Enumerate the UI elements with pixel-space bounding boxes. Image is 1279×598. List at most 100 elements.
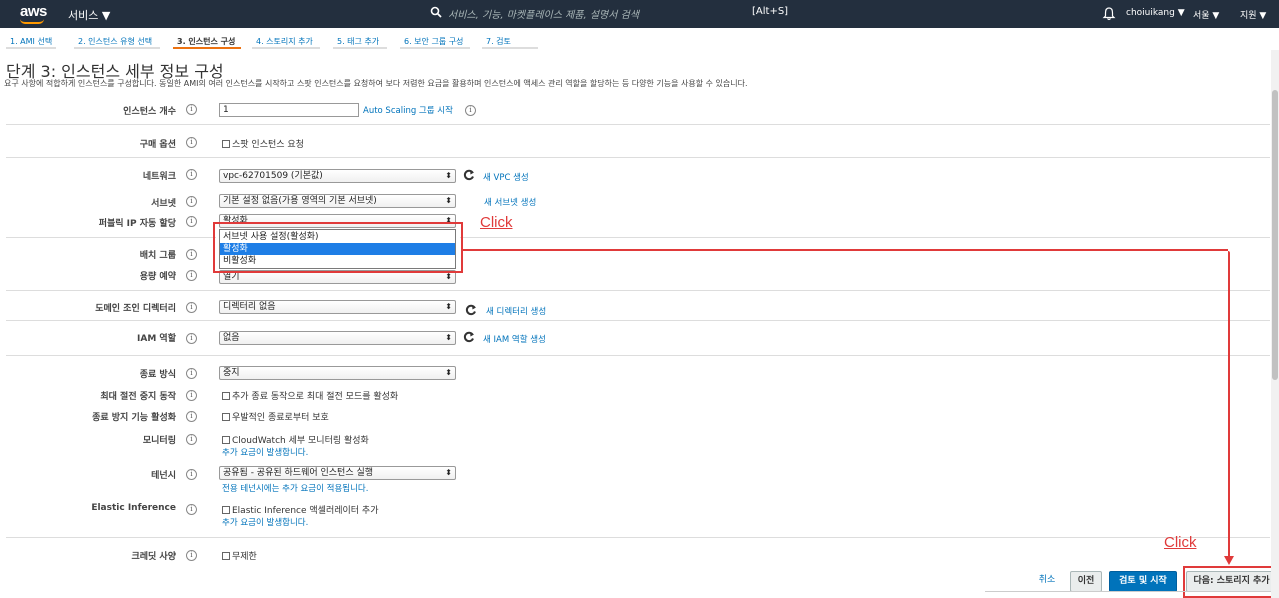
info-icon[interactable]: i [186,249,197,260]
shutdown-behavior-label: 종료 방식 [139,370,176,380]
search-input[interactable]: 서비스, 기능, 마켓플레이스 제품, 설명서 검색 [448,6,639,21]
aws-logo[interactable]: aws [20,3,47,20]
domain-join-select[interactable]: 디렉터리 없음 ⬍ [219,300,456,314]
checkbox[interactable] [222,552,230,560]
info-icon[interactable]: i [186,270,197,281]
page-description: 요구 사항에 적합하게 인스턴스를 구성합니다. 동일한 AMI의 여러 인스턴… [4,79,748,88]
info-icon[interactable]: i [186,504,197,515]
tab-choose-ami[interactable]: 1. AMI 선택 [10,36,52,47]
checkbox-label: 스팟 인스턴스 요청 [232,140,304,150]
tab-underline [333,47,387,49]
auto-scaling-link[interactable]: Auto Scaling 그룹 시작 [363,104,453,116]
tenancy-select[interactable]: 공유됨 - 공유된 하드웨어 인스턴스 실행 ⬍ [219,466,456,480]
user-menu[interactable]: choiuikang ▼ [1126,8,1185,18]
footer-divider [985,591,1279,592]
iam-role-select[interactable]: 없음 ⬍ [219,331,456,345]
tab-configure-instance[interactable]: 3. 인스턴스 구성 [177,36,235,47]
network-select[interactable]: vpc-62701509 (기본값) ⬍ [219,169,456,183]
select-arrow-icon: ⬍ [445,333,452,342]
elastic-inference-checkbox[interactable]: Elastic Inference 액셀러레이터 추가 [222,503,379,516]
info-icon[interactable]: i [186,411,197,422]
info-icon[interactable]: i [186,469,197,480]
monitoring-checkbox[interactable]: CloudWatch 세부 모니터링 활성화 [222,433,369,446]
info-icon[interactable]: i [186,550,197,561]
previous-button[interactable]: 이전 [1070,571,1102,592]
create-vpc-link[interactable]: 새 VPC 생성 [483,171,529,183]
unlimited-credit-checkbox[interactable]: 무제한 [222,549,257,562]
termination-protection-checkbox[interactable]: 우발적인 종료로부터 보호 [222,410,329,423]
info-icon[interactable]: i [186,196,197,207]
checkbox[interactable] [222,140,230,148]
info-icon[interactable]: i [186,434,197,445]
select-arrow-icon: ⬍ [445,302,452,311]
next-add-storage-button[interactable]: 다음: 스토리지 추가 [1186,571,1277,592]
search-bar[interactable]: 서비스, 기능, 마켓플레이스 제품, 설명서 검색 [Alt+S] [430,5,790,22]
info-icon[interactable]: i [186,390,197,401]
checkbox-label: 우발적인 종료로부터 보호 [232,413,329,423]
iam-select-value: 없음 [223,333,240,343]
shutdown-behavior-select[interactable]: 중지 ⬍ [219,366,456,380]
checkbox-label: 추가 종료 동작으로 최대 절전 모드를 활성화 [232,392,399,402]
tab-underline-active [173,47,241,49]
info-icon[interactable]: i [465,105,476,116]
info-icon[interactable]: i [186,302,197,313]
checkbox[interactable] [222,392,230,400]
tab-add-tags[interactable]: 5. 태그 추가 [337,36,379,47]
spot-request-checkbox[interactable]: 스팟 인스턴스 요청 [222,137,304,150]
checkbox[interactable] [222,506,230,514]
tab-add-storage[interactable]: 4. 스토리지 추가 [256,36,313,47]
divider [6,237,216,238]
support-menu[interactable]: 지원 ▼ [1240,8,1266,21]
purchase-option-label: 구매 옵션 [139,140,176,150]
capacity-select-value: 열기 [223,272,240,282]
checkbox[interactable] [222,436,230,444]
info-icon[interactable]: i [186,216,197,227]
termination-protection-label: 종료 방지 기능 활성화 [92,413,176,423]
tab-underline [252,47,320,49]
instance-count-input[interactable]: 1 [219,103,359,117]
tenancy-charge-note[interactable]: 전용 테넌시에는 추가 요금이 적용됩니다. [222,482,368,494]
placement-group-label: 배치 그룹 [139,251,176,261]
tab-underline [74,47,160,49]
refresh-icon[interactable] [465,304,477,316]
select-arrow-icon: ⬍ [445,368,452,377]
network-label: 네트워크 [142,172,176,182]
cancel-button[interactable]: 취소 [1034,571,1060,592]
info-icon[interactable]: i [186,333,197,344]
bell-icon[interactable] [1102,7,1116,21]
monitoring-charge-note[interactable]: 추가 요금이 발생합니다. [222,446,308,458]
checkbox[interactable] [222,413,230,421]
scrollbar-thumb[interactable] [1272,90,1278,380]
tab-instance-type[interactable]: 2. 인스턴스 유형 선택 [78,36,152,47]
refresh-icon[interactable] [463,169,475,181]
top-navigation-bar: aws 서비스 ▼ 서비스, 기능, 마켓플레이스 제품, 설명서 검색 [Al… [0,0,1279,28]
network-select-value: vpc-62701509 (기본값) [223,171,323,181]
subnet-select[interactable]: 기본 설정 없음(가용 영역의 기본 서브넷) ⬍ [219,194,456,208]
review-and-launch-button[interactable]: 검토 및 시작 [1109,571,1177,592]
tab-review[interactable]: 7. 검토 [486,36,511,47]
create-directory-link[interactable]: 새 디렉터리 생성 [486,305,546,317]
create-subnet-link[interactable]: 새 서브넷 생성 [484,196,536,208]
region-menu[interactable]: 서울 ▼ [1193,8,1219,21]
tenancy-label: 테넌시 [151,471,176,481]
tab-underline [6,47,56,49]
divider [6,124,1270,125]
checkbox-label: Elastic Inference 액셀러레이터 추가 [232,506,379,516]
services-menu[interactable]: 서비스 ▼ [68,7,110,23]
annotation-arrow-line [1228,251,1230,557]
info-icon[interactable]: i [186,368,197,379]
credit-spec-label: 크레딧 사양 [131,552,176,562]
info-icon[interactable]: i [186,104,197,115]
info-icon[interactable]: i [186,169,197,180]
domain-join-label: 도메인 조인 디렉터리 [95,304,176,314]
instance-count-label: 인스턴스 개수 [123,107,176,117]
elastic-charge-note[interactable]: 추가 요금이 발생합니다. [222,516,308,528]
refresh-icon[interactable] [463,331,475,343]
create-iam-role-link[interactable]: 새 IAM 역할 생성 [483,333,546,345]
info-icon[interactable]: i [186,137,197,148]
hibernate-checkbox[interactable]: 추가 종료 동작으로 최대 절전 모드를 활성화 [222,389,398,402]
select-arrow-icon: ⬍ [445,468,452,477]
annotation-click-label: Click [1164,534,1197,551]
wizard-steps: 1. AMI 선택 2. 인스턴스 유형 선택 3. 인스턴스 구성 4. 스토… [0,28,1279,50]
tab-security-group[interactable]: 6. 보안 그룹 구성 [404,36,463,47]
